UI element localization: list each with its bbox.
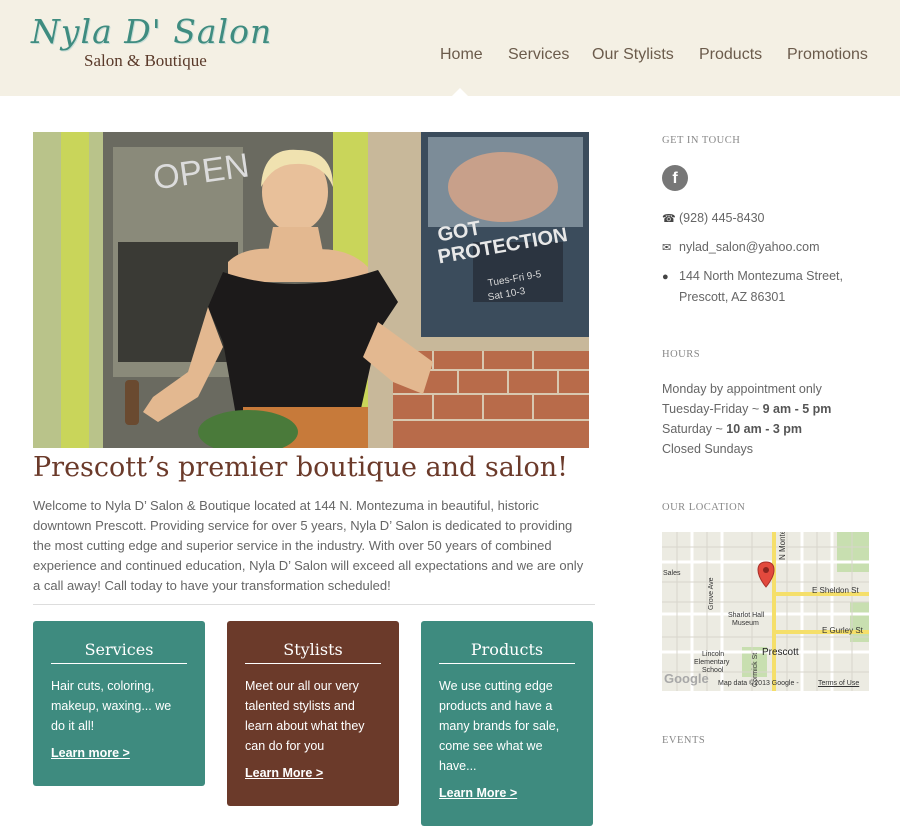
address-line-2: Prescott, AZ 86301 — [679, 290, 786, 304]
hours-tue-fri-time: 9 am - 5 pm — [762, 402, 832, 416]
address-line-1: 144 North Montezuma Street, — [679, 269, 843, 283]
stylists-box: Stylists Meet our all our very talented … — [227, 621, 399, 806]
facebook-icon[interactable]: f — [662, 165, 688, 191]
map-place-sharlot-2: Museum — [732, 620, 759, 627]
location-map[interactable]: N Montezuma E Sheldon St E Gurley St Gro… — [662, 532, 869, 691]
hours-saturday-label: Saturday ~ — [662, 422, 727, 436]
nav-services[interactable]: Services — [508, 46, 569, 64]
content-divider — [33, 604, 595, 605]
map-pin-icon: ● — [662, 271, 669, 283]
products-box-title: Products — [439, 621, 575, 664]
map-place-lincoln-1: Lincoln — [702, 651, 725, 658]
hours-saturday-time: 10 am - 3 pm — [726, 422, 803, 436]
hours-tue-fri: Tuesday-Friday ~ 9 am - 5 pm — [662, 402, 831, 416]
stylists-box-title: Stylists — [245, 621, 381, 664]
services-box: Services Hair cuts, coloring, makeup, wa… — [33, 621, 205, 786]
google-logo: Google — [664, 671, 709, 686]
stylists-box-text: Meet our all our very talented stylists … — [245, 679, 365, 753]
hours-sunday: Closed Sundays — [662, 442, 754, 456]
hours-heading: HOURS — [662, 349, 701, 360]
services-box-text: Hair cuts, coloring, makeup, waxing... w… — [51, 679, 172, 733]
hero-photo: OPEN GOT PROTECTION Tues-Fri 9-5 Sat 10-… — [33, 132, 589, 448]
email-line: ✉ nylad_salon@yahoo.com — [662, 237, 820, 258]
services-box-title: Services — [51, 621, 187, 664]
get-in-touch-heading: GET IN TOUCH — [662, 135, 741, 146]
map-place-sharlot-1: Sharlot Hall — [728, 612, 765, 619]
products-box-text: We use cutting edge products and have a … — [439, 679, 560, 773]
active-nav-pointer — [452, 88, 468, 96]
map-place-lincoln-2: Elementary — [694, 659, 730, 666]
map-terms-link[interactable]: Terms of Use — [818, 680, 859, 687]
phone-number[interactable]: (928) 445-8430 — [679, 211, 764, 225]
hours-saturday: Saturday ~ 10 am - 3 pm — [662, 422, 802, 436]
map-street-e-gurley: E Gurley St — [822, 626, 863, 635]
our-location-heading: OUR LOCATION — [662, 502, 746, 513]
map-street-e-sheldon: E Sheldon St — [812, 586, 859, 595]
stylists-learn-more-link[interactable]: Learn More > — [245, 766, 323, 780]
page-headline: Prescott’s premier boutique and salon! — [33, 452, 568, 483]
intro-paragraph: Welcome to Nyla D’ Salon & Boutique loca… — [33, 498, 584, 593]
map-place-sales: Sales — [663, 570, 681, 577]
map-data-credit: Map data ©2013 Google - — [718, 680, 799, 687]
products-box: Products We use cutting edge products an… — [421, 621, 593, 826]
map-place-prescott: Prescott — [762, 647, 799, 658]
map-street-grove: Grove Ave — [708, 577, 715, 610]
email-address[interactable]: nylad_salon@yahoo.com — [679, 240, 820, 254]
address-line: ● 144 North Montezuma Street, Prescott, A… — [662, 266, 843, 307]
services-learn-more-link[interactable]: Learn more > — [51, 746, 130, 760]
site-header: Nyla D' Salon Salon & Boutique Home Serv… — [0, 0, 900, 96]
phone-icon: ☎ — [662, 213, 676, 225]
hero-illustration: OPEN GOT PROTECTION Tues-Fri 9-5 Sat 10-… — [33, 132, 589, 448]
hours-monday: Monday by appointment only — [662, 382, 822, 396]
nav-our-stylists[interactable]: Our Stylists — [592, 46, 674, 64]
nav-promotions[interactable]: Promotions — [787, 46, 868, 64]
hours-tue-fri-label: Tuesday-Friday ~ — [662, 402, 763, 416]
events-heading: EVENTS — [662, 735, 706, 746]
map-street-n-montezuma: N Montezuma — [778, 532, 787, 560]
map-graphic — [662, 532, 869, 691]
products-learn-more-link[interactable]: Learn More > — [439, 786, 517, 800]
nav-products[interactable]: Products — [699, 46, 762, 64]
phone-line: ☎ (928) 445-8430 — [662, 208, 764, 229]
main-nav: Home Services Our Stylists Products Prom… — [0, 46, 900, 68]
envelope-icon: ✉ — [662, 242, 672, 254]
nav-home[interactable]: Home — [440, 46, 483, 64]
